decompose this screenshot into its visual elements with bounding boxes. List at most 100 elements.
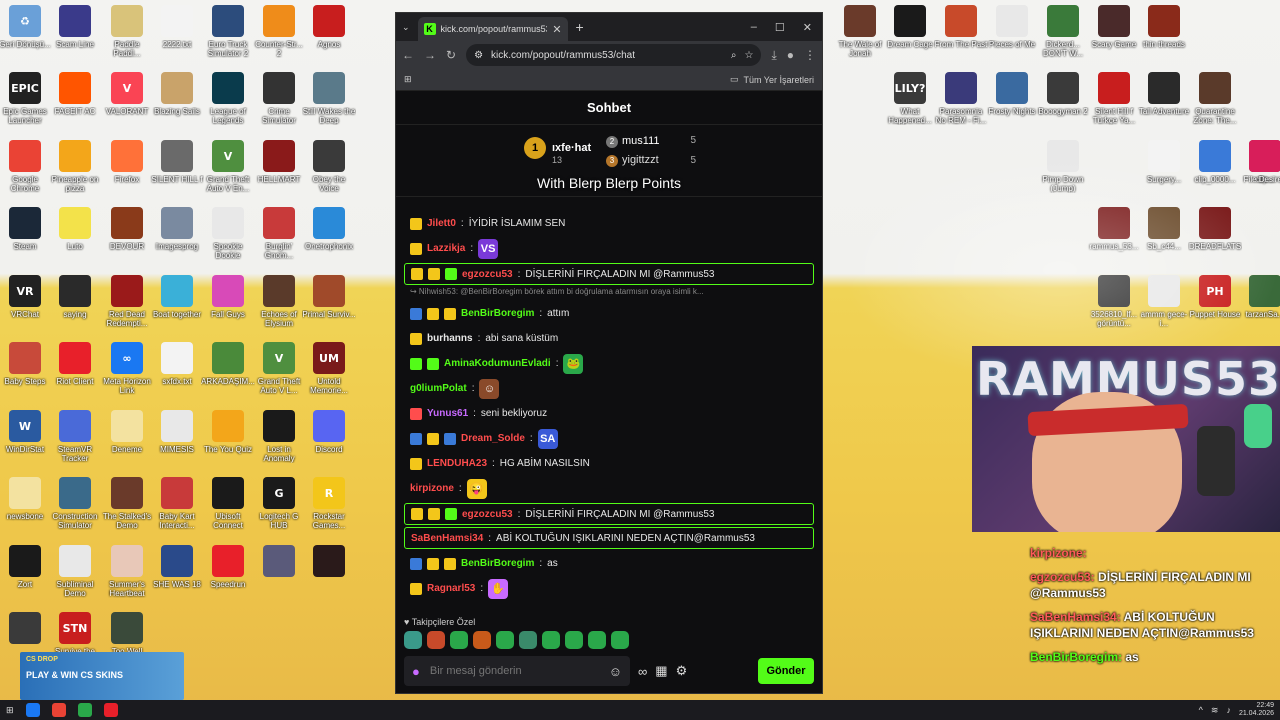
desktop-icon[interactable]: R Rockstar Games... (304, 477, 354, 543)
profile-avatar[interactable]: ● (787, 48, 794, 62)
emote-button[interactable] (588, 631, 606, 649)
desktop-icon[interactable]: Frosty Nights (987, 72, 1037, 138)
desktop-icon[interactable]: Lost in Anomaly (254, 410, 304, 476)
desktop-icon[interactable] (254, 545, 304, 611)
close-window-button[interactable]: ✕ (803, 21, 812, 34)
clock[interactable]: 22:49 21.04.2026 (1239, 702, 1274, 718)
desktop-icon[interactable]: Crime Simulator (254, 72, 304, 138)
download-icon[interactable]: ⤓ (771, 48, 776, 63)
desktop-icon[interactable]: LILY? What Happened... (885, 72, 935, 138)
all-bookmarks-button[interactable]: ▭ Tüm Yer İşaretleri (730, 74, 814, 85)
tray-chevron-icon[interactable]: ^ (1199, 705, 1203, 715)
desktop-icon[interactable]: Deneme (102, 410, 152, 476)
desktop-icon[interactable]: Pineapple on pizza (50, 140, 100, 206)
desktop-icon[interactable]: Counter-Str... 2 (254, 5, 304, 71)
desktop-icon[interactable]: ARKADAŞIM... (201, 342, 255, 408)
desktop-icon[interactable]: Boat together (152, 275, 202, 341)
desktop-icon[interactable]: Agnos (304, 5, 354, 71)
minimize-button[interactable]: – (751, 21, 757, 34)
desktop-icon[interactable]: Summer's Heartbeat (102, 545, 152, 611)
chat-message[interactable]: AminaKodumunEvladi: 🐸 (404, 351, 814, 376)
wifi-icon[interactable]: ≋ (1211, 705, 1219, 716)
chat-message[interactable]: g0liumPolat: ☺ (404, 376, 814, 401)
desktop-icon[interactable]: V VALORANT (102, 72, 152, 138)
desktop-icon[interactable]: Luto (50, 207, 100, 273)
chat-username[interactable]: g0liumPolat (410, 383, 467, 394)
desktop-icon[interactable]: EPIC Epic Games Launcher (0, 72, 50, 138)
chat-username[interactable]: Jilett0 (427, 218, 456, 229)
desktop-icon[interactable]: Imagesprog (152, 207, 202, 273)
emoji-icon[interactable]: ☺ (609, 664, 622, 679)
desktop-icon[interactable]: Baby Kart Interacti... (152, 477, 202, 543)
desktop-icon[interactable]: MIMESIS (152, 410, 202, 476)
desktop-icon[interactable]: Subliminal Demo (50, 545, 100, 611)
desktop-icon[interactable]: ♻ Geri Dönüşü... (0, 5, 51, 71)
emote-button[interactable] (565, 631, 583, 649)
chat-message[interactable]: SaBenHamsi34: ABİ KOLTUĞUN IŞIKLARINI NED… (404, 527, 814, 549)
points-icon[interactable]: ∞ (638, 664, 647, 679)
desktop-icon[interactable]: DEVOUR (102, 207, 152, 273)
desktop-icon[interactable]: Google Chrome (0, 140, 50, 206)
chat-username[interactable]: Yunus61 (427, 408, 468, 419)
chat-message[interactable]: LENDUHA23: HG ABİM NASILSIN (404, 451, 814, 476)
menu-icon[interactable]: ⋮ (804, 48, 816, 62)
chat-username[interactable]: SaBenHamsi34 (411, 533, 483, 544)
desktop-icon[interactable]: Dickerd... DON'T W... (1038, 5, 1088, 71)
youtube-taskbar-icon[interactable] (103, 703, 118, 717)
back-icon[interactable]: ← (402, 48, 414, 62)
desktop-icon[interactable]: The You Quiz (203, 410, 253, 476)
chat-username[interactable]: kirpizone (410, 483, 454, 494)
chat-username[interactable]: LENDUHA23 (427, 458, 487, 469)
desktop-icon[interactable]: saying (50, 275, 100, 341)
send-button[interactable]: Gönder (758, 658, 814, 684)
desktop-icon[interactable]: Scam Line (50, 5, 100, 71)
emote-button[interactable] (542, 631, 560, 649)
desktop-icon[interactable]: G Logitech G HUB (254, 477, 304, 543)
message-input[interactable] (429, 665, 599, 677)
desktop-icon[interactable]: Blazing Sails (152, 72, 202, 138)
chat-message[interactable]: Yunus61: seni bekliyoruz (404, 401, 814, 426)
chat-username[interactable]: burhanns (427, 333, 473, 344)
browser-tab[interactable]: K kick.com/popout/rammus53/ch ✕ (417, 17, 568, 41)
desktop-icon[interactable]: League of Legends (203, 72, 253, 138)
chrome-taskbar-icon[interactable] (51, 703, 66, 717)
chat-message[interactable]: Dream_Solde: SA (404, 426, 814, 451)
maximize-button[interactable]: ☐ (775, 21, 785, 34)
emote-button[interactable] (473, 631, 491, 649)
emote-button[interactable] (611, 631, 629, 649)
chat-message[interactable]: egzozcu53: DİŞLERİNİ FIRÇALADIN MI @Rammu… (404, 503, 814, 525)
new-tab-icon[interactable]: + (576, 19, 584, 35)
zoom-icon[interactable]: ⌕ (731, 50, 737, 61)
emote-button[interactable] (404, 631, 422, 649)
desktop-icon[interactable]: 2222.txt (152, 5, 202, 71)
desktop-icon[interactable]: Scary Game (1089, 5, 1139, 71)
emote-button[interactable] (519, 631, 537, 649)
desktop-icon[interactable]: Booogyman 2 (1038, 72, 1088, 138)
bookmark-star-icon[interactable]: ☆ (744, 50, 753, 61)
windows-start-icon[interactable]: ⊞ (6, 705, 14, 716)
tab-search-icon[interactable]: ⌄ (402, 22, 410, 33)
desktop-icon[interactable]: FACEIT AC (50, 72, 100, 138)
desktop-icon[interactable] (304, 545, 354, 611)
desktop-icon[interactable]: The Wale of Jonah (835, 5, 885, 71)
desktop-icon[interactable]: Burglin' Gnom... (254, 207, 304, 273)
desktop-icon[interactable]: W WinDirStat (0, 410, 50, 476)
desktop-icon[interactable]: Pieces of Me (987, 5, 1037, 71)
reload-icon[interactable]: ↻ (446, 48, 456, 62)
desktop-icon[interactable]: Speedrun (203, 545, 253, 611)
desktop-icon[interactable]: Discord (304, 410, 354, 476)
chat-username[interactable]: AminaKodumunEvladi (444, 358, 551, 369)
desktop-icon[interactable]: Silent Hill f Türkçe Ya... (1089, 72, 1139, 138)
desktop-icon[interactable]: UM Untold Memorie... (304, 342, 354, 408)
chat-username[interactable]: BenBirBoregim (461, 558, 534, 569)
desktop-icon[interactable]: SHE WAS 18 (152, 545, 202, 611)
desktop-icon[interactable]: SteamVR Tracker (50, 410, 100, 476)
desktop-icon[interactable]: SILENT HILL f (151, 140, 203, 206)
desktop-icon[interactable]: Firefox (102, 140, 152, 206)
desktop-icon[interactable]: Primal Surviv... (302, 275, 356, 341)
chat-username[interactable]: egzozcu53 (462, 269, 513, 280)
desktop-icon[interactable]: ∞ Meta Horizon Link (102, 342, 152, 408)
desktop-icon[interactable]: Ubisoft Connect (203, 477, 253, 543)
address-bar[interactable]: ⚙ kick.com/popout/rammus53/chat ⌕ ☆ (466, 44, 762, 66)
cs-drop-promo[interactable]: CS DROP PLAY & WIN CS SKINS (20, 652, 184, 700)
